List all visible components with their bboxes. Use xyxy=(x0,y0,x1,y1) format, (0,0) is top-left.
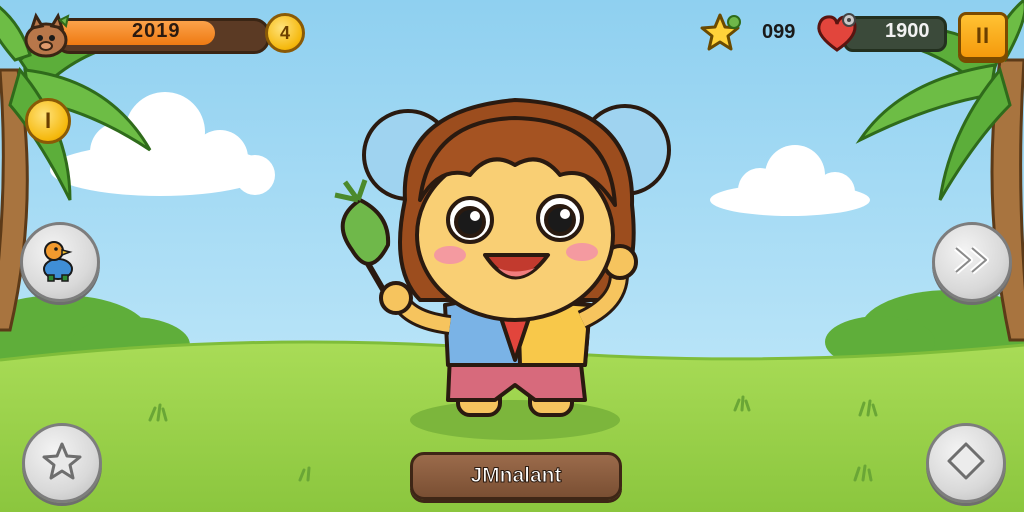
level-badge-value: 4 xyxy=(279,22,290,43)
stars-value: 099 xyxy=(762,21,796,43)
diamond-action-icon xyxy=(946,441,986,485)
character-shadow xyxy=(410,400,620,440)
level-coin[interactable]: 4 xyxy=(265,13,305,53)
character-name-plate: JMnalant xyxy=(410,452,622,500)
xp-bar: 2019 xyxy=(22,12,270,58)
star-action-icon xyxy=(40,440,84,486)
pet-button[interactable] xyxy=(20,222,100,302)
diamond-action-button[interactable] xyxy=(926,423,1006,503)
fast-forward-button[interactable] xyxy=(932,222,1012,302)
fast-forward-icon xyxy=(952,244,992,280)
side-coin-symbol: I xyxy=(44,108,52,133)
pause-icon: II xyxy=(975,23,991,48)
side-coin-button[interactable]: I xyxy=(25,98,71,144)
game-scene xyxy=(0,0,1024,512)
pause-button[interactable]: II xyxy=(958,12,1008,60)
player-avatar-icon[interactable] xyxy=(22,12,70,58)
hearts-counter: 1900 xyxy=(815,10,947,54)
hearts-value: 1900 xyxy=(885,20,930,42)
star-icon xyxy=(700,12,744,54)
character-name: JMnalant xyxy=(470,464,562,488)
stars-counter: 099 xyxy=(700,12,810,52)
pet-icon xyxy=(38,237,82,287)
xp-value: 2019 xyxy=(132,20,181,42)
heart-icon xyxy=(815,12,859,52)
star-action-button[interactable] xyxy=(22,423,102,503)
